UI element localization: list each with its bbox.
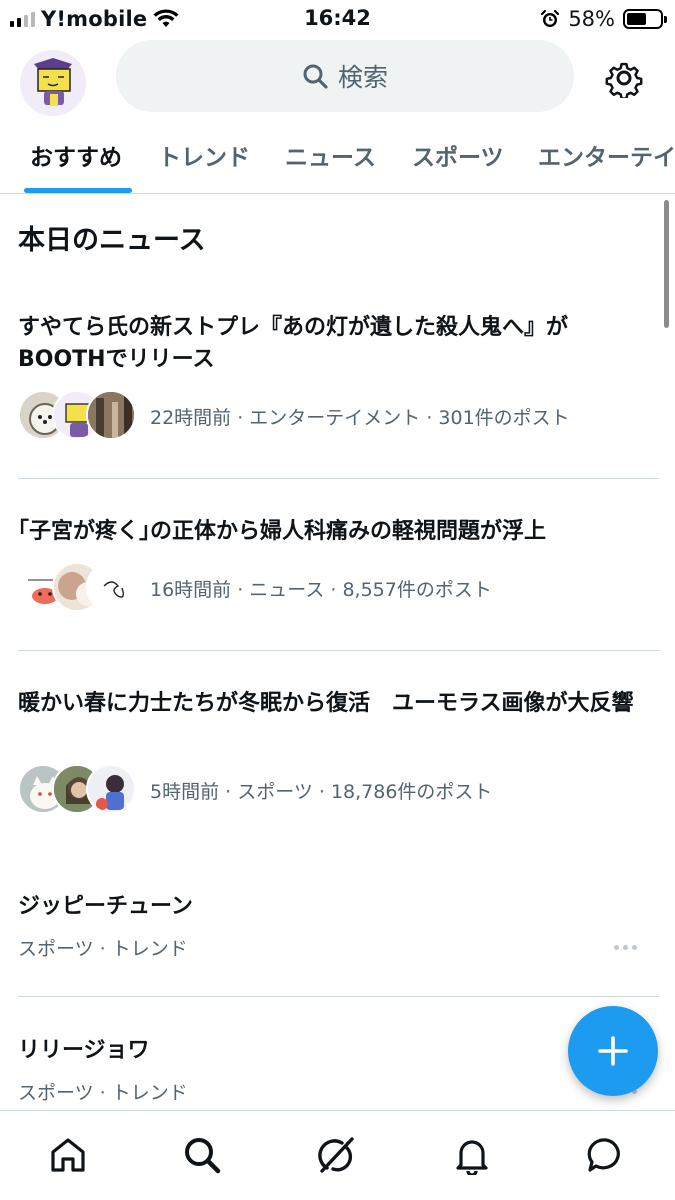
grok-icon	[318, 1137, 354, 1173]
news-item[interactable]: 暖かい春に力士たちが冬眠から復活 ユーモラス画像が大反響 5時間前 · スポーツ…	[0, 688, 675, 828]
news-meta: 22時間前 · エンターテイメント · 301件のポスト	[18, 390, 570, 442]
nav-notifications[interactable]	[450, 1133, 494, 1177]
top-header: 検索	[0, 38, 675, 116]
message-icon	[587, 1138, 620, 1172]
nav-messages[interactable]	[584, 1133, 628, 1177]
avatar	[86, 390, 136, 440]
scrollbar[interactable]	[664, 200, 669, 328]
trend-name: ジッピーチューン	[18, 894, 193, 919]
avatar-stack	[18, 764, 136, 816]
avatar-stack	[18, 390, 136, 442]
news-title: すやてら氏の新ストプレ『あの灯が遺した殺人鬼へ』がBOOTHでリリース	[18, 315, 569, 372]
trend-item[interactable]: ジッピーチューン スポーツ · トレンド	[0, 888, 675, 998]
compose-button[interactable]	[568, 1006, 658, 1096]
gear-icon	[605, 62, 643, 98]
news-title: 暖かい春に力士たちが冬眠から復活 ユーモラス画像が大反響	[18, 691, 634, 716]
divider	[18, 650, 659, 651]
nav-home[interactable]	[46, 1133, 90, 1177]
divider	[18, 478, 659, 479]
tab-news[interactable]: ニュース	[285, 138, 376, 172]
news-meta-text: 22時間前 · エンターテイメント · 301件のポスト	[150, 406, 570, 429]
news-meta: 5時間前 · スポーツ · 18,786件のポスト	[18, 764, 492, 816]
tab-trends[interactable]: トレンド	[158, 138, 250, 172]
nav-grok[interactable]	[314, 1133, 358, 1177]
news-item[interactable]: ｢子宮が疼く｣の正体から婦人科痛みの軽視問題が浮上 16時間前 · ニュース ·…	[0, 516, 675, 650]
bottom-nav	[0, 1110, 675, 1200]
explore-tabs: おすすめ トレンド ニュース スポーツ エンターテイ	[0, 128, 675, 194]
trend-category: スポーツ · トレンド	[18, 938, 188, 960]
tab-entertainment[interactable]: エンターテイ	[538, 138, 675, 172]
news-item[interactable]: すやてら氏の新ストプレ『あの灯が遺した殺人鬼へ』がBOOTHでリリース 22時間…	[0, 312, 675, 480]
avatar-stack	[18, 562, 136, 614]
search-placeholder: 検索	[337, 63, 388, 92]
avatar	[86, 562, 136, 612]
news-meta: 16時間前 · ニュース · 8,557件のポスト	[18, 562, 492, 614]
trend-category: スポーツ · トレンド	[18, 1082, 188, 1104]
news-meta-text: 16時間前 · ニュース · 8,557件のポスト	[150, 578, 492, 601]
tab-sports[interactable]: スポーツ	[412, 138, 504, 172]
settings-button[interactable]	[600, 54, 648, 102]
alarm-icon	[541, 9, 560, 27]
search-icon	[303, 64, 328, 89]
bell-icon	[456, 1140, 488, 1175]
section-title: 本日のニュース	[18, 225, 206, 256]
news-title: ｢子宮が疼く｣の正体から婦人科痛みの軽視問題が浮上	[18, 519, 547, 544]
avatar	[86, 764, 136, 814]
active-tab-indicator	[24, 188, 132, 193]
nav-explore[interactable]	[180, 1133, 224, 1177]
profile-avatar[interactable]	[20, 50, 86, 116]
more-options-icon[interactable]	[614, 945, 637, 950]
battery-icon	[623, 9, 667, 29]
search-icon	[185, 1138, 221, 1174]
divider	[18, 996, 659, 997]
tab-recommended[interactable]: おすすめ	[30, 138, 122, 172]
status-right: 58%	[540, 6, 667, 32]
trend-name: リリージョワ	[18, 1038, 150, 1063]
plus-icon	[598, 1036, 628, 1066]
battery-percent: 58%	[568, 7, 615, 31]
search-input[interactable]: 検索	[116, 40, 574, 112]
status-bar: Y!mobile 16:42 58%	[0, 0, 675, 38]
news-meta-text: 5時間前 · スポーツ · 18,786件のポスト	[150, 780, 493, 803]
home-icon	[51, 1138, 85, 1172]
